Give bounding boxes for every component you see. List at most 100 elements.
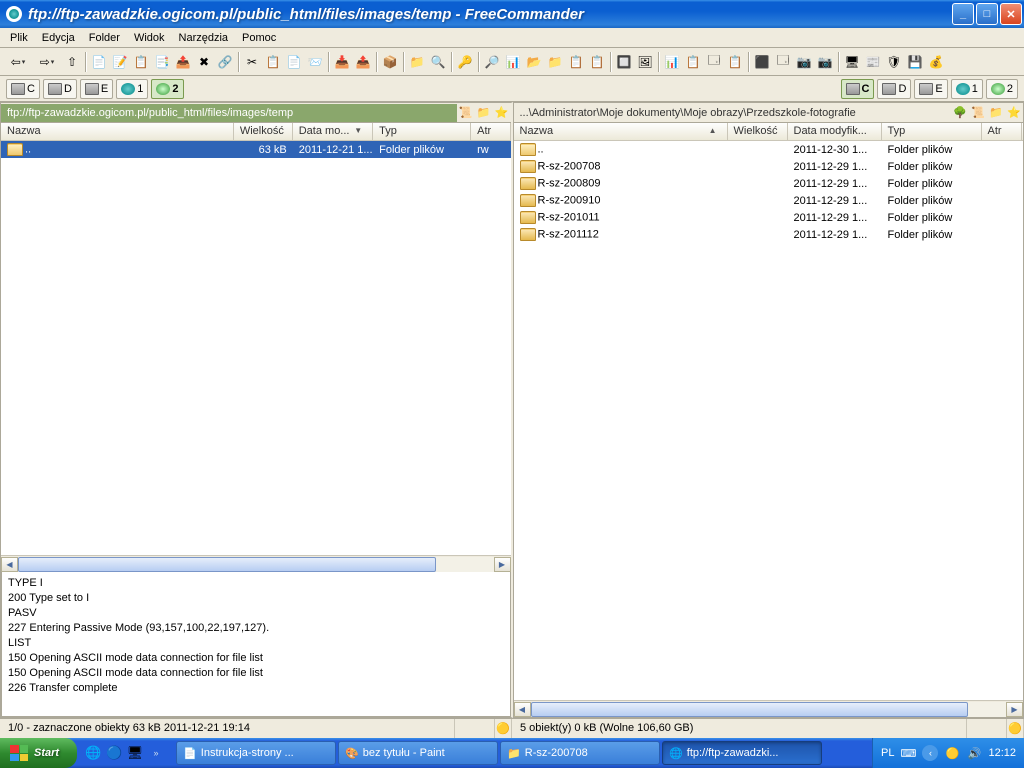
list-body-left[interactable]: ..63 kB2011-12-21 1...Folder plikówrw [1, 141, 511, 555]
toolbar-btn-43[interactable]: 🗔 [773, 52, 793, 72]
toolbar-btn-14[interactable]: 📄 [284, 52, 304, 72]
toolbar-btn-29[interactable]: 📂 [524, 52, 544, 72]
drive-C[interactable]: C [6, 79, 40, 99]
toolbar-btn-6[interactable]: 📋 [131, 52, 151, 72]
col-typ[interactable]: Typ [882, 123, 982, 140]
menu-widok[interactable]: Widok [128, 30, 171, 46]
col-atr[interactable]: Atr [982, 123, 1022, 140]
drive-D[interactable]: D [43, 79, 77, 99]
history-icon[interactable]: 📜 [969, 105, 987, 121]
folder-icon[interactable]: 📁 [987, 105, 1005, 121]
pathbar-right[interactable]: ...\Administrator\Moje dokumenty\Moje ob… [514, 103, 1024, 123]
toolbar-btn-35[interactable]: 🖼 [635, 52, 655, 72]
toolbar-btn-10[interactable]: 🔗 [215, 52, 235, 72]
drive-D[interactable]: D [877, 79, 911, 99]
col-nazwa[interactable]: Nazwa▲ [514, 123, 728, 140]
col-nazwa[interactable]: Nazwa [1, 123, 234, 140]
toolbar-btn-45[interactable]: 📷 [815, 52, 835, 72]
maximize-button[interactable]: □ [976, 3, 998, 25]
toolbar-btn-47[interactable]: 🖥 [842, 52, 862, 72]
filter-icon[interactable]: 🟡 [1007, 719, 1024, 738]
toolbar-btn-37[interactable]: 📊 [662, 52, 682, 72]
list-item[interactable]: R-sz-2007082011-12-29 1...Folder plików [514, 158, 1024, 175]
list-item[interactable]: R-sz-2010112011-12-29 1...Folder plików [514, 209, 1024, 226]
path-right[interactable]: ...\Administrator\Moje dokumenty\Moje ob… [514, 104, 952, 122]
col-typ[interactable]: Typ [373, 123, 471, 140]
toolbar-btn-51[interactable]: 💰 [926, 52, 946, 72]
toolbar-btn-2[interactable]: ⇧ [62, 52, 82, 72]
task-button[interactable]: 🌐ftp://ftp-zawadzki... [662, 741, 822, 765]
task-button[interactable]: 🎨bez tytułu - Paint [338, 741, 498, 765]
list-body-right[interactable]: ..2011-12-30 1...Folder plikówR-sz-20070… [514, 141, 1024, 700]
col-atr[interactable]: Atr [471, 123, 510, 140]
toolbar-btn-31[interactable]: 📋 [566, 52, 586, 72]
toolbar-btn-23[interactable]: 🔍 [428, 52, 448, 72]
chrome-icon[interactable]: 🌐 [83, 741, 103, 765]
pathbar-left[interactable]: ftp://ftp-zawadzkie.ogicom.pl/public_htm… [1, 103, 511, 123]
folder-icon[interactable]: 📁 [475, 105, 493, 121]
col-wielkość[interactable]: Wielkość [728, 123, 788, 140]
toolbar-btn-44[interactable]: 📷 [794, 52, 814, 72]
toolbar-btn-27[interactable]: 🔎 [482, 52, 502, 72]
toolbar-btn-0[interactable]: ⇦ [4, 52, 32, 72]
minimize-button[interactable]: _ [952, 3, 974, 25]
toolbar-btn-25[interactable]: 🔑 [455, 52, 475, 72]
tray-lang[interactable]: PL [881, 747, 894, 759]
toolbar-btn-32[interactable]: 📋 [587, 52, 607, 72]
drive-E[interactable]: E [914, 79, 947, 99]
toolbar-btn-18[interactable]: 📤 [353, 52, 373, 72]
drive-E[interactable]: E [80, 79, 113, 99]
toolbar-btn-42[interactable]: ⬛ [752, 52, 772, 72]
toolbar-btn-8[interactable]: 📤 [173, 52, 193, 72]
toolbar-btn-5[interactable]: 📝 [110, 52, 130, 72]
col-wielkość[interactable]: Wielkość [234, 123, 293, 140]
hscroll-left[interactable]: ◀ ▶ [1, 555, 511, 572]
toolbar-btn-17[interactable]: 📥 [332, 52, 352, 72]
list-item[interactable]: ..2011-12-30 1...Folder plików [514, 141, 1024, 158]
drive-1[interactable]: 1 [951, 79, 983, 99]
clock[interactable]: 12:12 [988, 747, 1016, 759]
toolbar-btn-48[interactable]: 📰 [863, 52, 883, 72]
toolbar-btn-4[interactable]: 📄 [89, 52, 109, 72]
hscroll-right[interactable]: ◀ ▶ [514, 700, 1024, 717]
list-item[interactable]: R-sz-2008092011-12-29 1...Folder plików [514, 175, 1024, 192]
toolbar-btn-40[interactable]: 📋 [725, 52, 745, 72]
scroll-left-button[interactable]: ◀ [1, 557, 18, 572]
list-item[interactable]: ..63 kB2011-12-21 1...Folder plikówrw [1, 141, 511, 158]
keyboard-icon[interactable]: ⌨ [900, 745, 916, 761]
task-button[interactable]: 📁R-sz-200708 [500, 741, 660, 765]
drive-C[interactable]: C [841, 79, 875, 99]
path-left[interactable]: ftp://ftp-zawadzkie.ogicom.pl/public_htm… [1, 104, 457, 122]
history-icon[interactable]: 📜 [457, 105, 475, 121]
toolbar-btn-49[interactable]: 🛡 [884, 52, 904, 72]
toolbar-btn-7[interactable]: 📑 [152, 52, 172, 72]
ie-icon[interactable]: 🔵 [104, 741, 124, 765]
toolbar-btn-13[interactable]: 📋 [263, 52, 283, 72]
list-item[interactable]: R-sz-2009102011-12-29 1...Folder plików [514, 192, 1024, 209]
menu-pomoc[interactable]: Pomoc [236, 30, 282, 46]
filter-icon[interactable]: 🟡 [495, 719, 512, 738]
tray-expand-icon[interactable]: ‹ [922, 745, 938, 761]
scroll-right-button[interactable]: ▶ [494, 557, 511, 572]
list-item[interactable]: R-sz-2011122011-12-29 1...Folder plików [514, 226, 1024, 243]
toolbar-btn-15[interactable]: 📨 [305, 52, 325, 72]
ql-more-icon[interactable]: » [146, 741, 166, 765]
drive-2[interactable]: 2 [151, 79, 183, 99]
menu-folder[interactable]: Folder [83, 30, 126, 46]
show-desktop-icon[interactable]: 🖥 [125, 741, 145, 765]
toolbar-btn-38[interactable]: 📋 [683, 52, 703, 72]
menu-edycja[interactable]: Edycja [36, 30, 81, 46]
menu-plik[interactable]: Plik [4, 30, 34, 46]
favorite-icon[interactable]: ⭐ [1005, 105, 1023, 121]
close-button[interactable]: ✕ [1000, 3, 1022, 25]
favorite-icon[interactable]: ⭐ [493, 105, 511, 121]
col-data mo...[interactable]: Data mo...▼ [293, 123, 373, 140]
start-button[interactable]: Start [0, 738, 77, 768]
volume-icon[interactable]: 🔊 [966, 745, 982, 761]
tree-icon[interactable]: 🌳 [951, 105, 969, 121]
toolbar-btn-20[interactable]: 📦 [380, 52, 400, 72]
toolbar-btn-9[interactable]: ✖ [194, 52, 214, 72]
scroll-left-button[interactable]: ◀ [514, 702, 531, 717]
toolbar-btn-22[interactable]: 📁 [407, 52, 427, 72]
toolbar-btn-12[interactable]: ✂ [242, 52, 262, 72]
